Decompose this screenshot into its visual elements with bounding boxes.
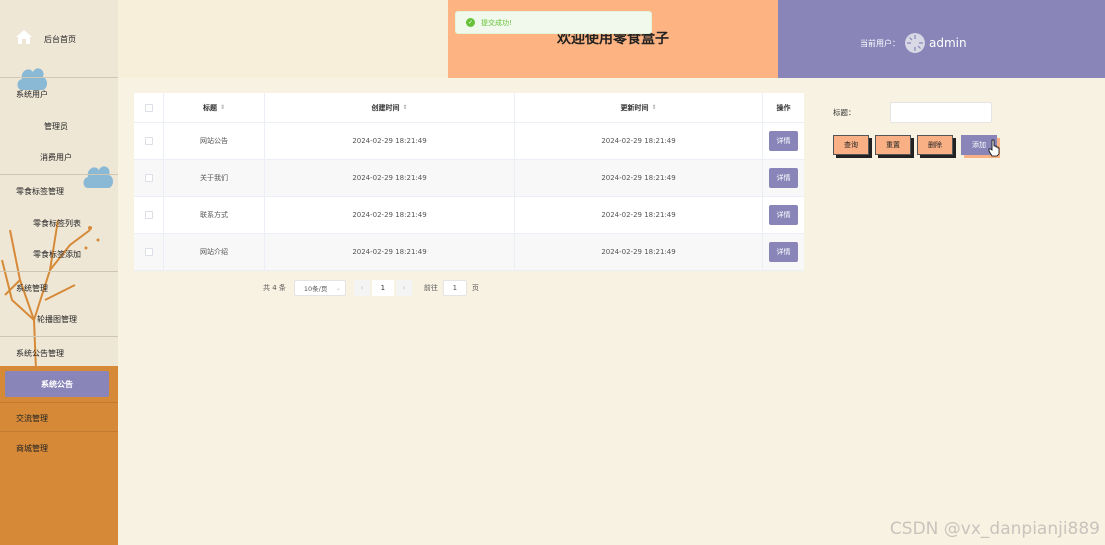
cell-actions: 详情 [763, 234, 804, 270]
column-updated-label: 更新时间 [620, 103, 649, 112]
prev-page-button[interactable]: ‹ [353, 280, 370, 296]
header-left [118, 0, 448, 78]
column-actions: 操作 [763, 93, 804, 122]
row-checkbox[interactable] [144, 211, 153, 219]
sidebar-group-mall[interactable]: 商城管理 [0, 443, 118, 454]
goto-page-input[interactable]: 1 [442, 280, 467, 296]
header-right: 当前用户： admin [778, 0, 1105, 78]
table-row: 联系方式 2024-02-29 18:21:49 2024-02-29 18:2… [134, 197, 804, 234]
goto-label: 前往 [423, 284, 438, 292]
column-actions-label: 操作 [776, 103, 791, 112]
table-row: 网站公告 2024-02-29 18:21:49 2024-02-29 18:2… [134, 123, 804, 160]
pagination-total: 共 4 条 [263, 284, 286, 292]
user-name[interactable]: admin [929, 36, 967, 50]
sidebar-item-carousel[interactable]: 轮播图管理 [0, 314, 118, 325]
cell-created: 2024-02-29 18:21:49 [265, 123, 515, 159]
cell-updated: 2024-02-29 18:21:49 [515, 197, 763, 233]
row-checkbox[interactable] [144, 174, 153, 182]
pointer-cursor-icon [988, 139, 1000, 157]
cell-title: 网站公告 [164, 123, 265, 159]
check-circle-icon: ✓ [466, 18, 475, 27]
query-button[interactable]: 查询 [833, 135, 869, 155]
sidebar-group-notices[interactable]: 系统公告管理 [0, 348, 118, 359]
cell-actions: 详情 [763, 197, 804, 233]
cell-title: 网站介绍 [164, 234, 265, 270]
cell-title: 关于我们 [164, 160, 265, 196]
sidebar-item-snack-tag-add[interactable]: 零食标签添加 [0, 249, 118, 260]
sidebar-item-snack-tag-list[interactable]: 零食标签列表 [0, 218, 118, 229]
sidebar: 后台首页 系统用户 管理员 消费用户 零食标签管理 零食标签列表 零食标签添加 … [0, 0, 118, 545]
select-all-checkbox[interactable] [144, 103, 153, 112]
sort-icon[interactable]: ⇕ [651, 104, 656, 111]
column-title[interactable]: 标题 ⇕ [164, 93, 265, 122]
detail-button[interactable]: 详情 [769, 168, 798, 188]
cell-actions: 详情 [763, 160, 804, 196]
avatar[interactable] [905, 33, 925, 53]
sidebar-group-snack-tags[interactable]: 零食标签管理 [0, 186, 118, 197]
cell-updated: 2024-02-29 18:21:49 [515, 123, 763, 159]
divider [0, 271, 118, 272]
detail-button[interactable]: 详情 [769, 131, 798, 151]
detail-button[interactable]: 详情 [769, 242, 798, 262]
column-updated[interactable]: 更新时间 ⇕ [515, 93, 763, 122]
divider [0, 402, 118, 403]
search-title-input[interactable] [890, 102, 992, 123]
data-table: 标题 ⇕ 创建时间 ⇕ 更新时间 ⇕ 操作 网站公告 2024-02-29 18:21… [134, 93, 804, 271]
page-size-value: 10条/页 [303, 285, 328, 293]
divider [0, 77, 118, 78]
next-page-button[interactable]: › [395, 280, 412, 296]
current-user-label: 当前用户： [860, 39, 900, 48]
detail-button[interactable]: 详情 [769, 205, 798, 225]
row-checkbox[interactable] [144, 137, 153, 145]
sidebar-item-notices[interactable]: 系统公告 [5, 371, 109, 397]
row-select-cell [134, 123, 164, 159]
row-select-cell [134, 160, 164, 196]
cell-updated: 2024-02-29 18:21:49 [515, 234, 763, 270]
table-row: 网站介绍 2024-02-29 18:21:49 2024-02-29 18:2… [134, 234, 804, 271]
reset-button[interactable]: 重置 [875, 135, 911, 155]
sidebar-item-home[interactable]: 后台首页 [0, 34, 118, 45]
sidebar-item-consumers[interactable]: 消费用户 [0, 152, 118, 163]
search-title-label: 标题： [833, 108, 856, 117]
cell-title: 联系方式 [164, 197, 265, 233]
table-header: 标题 ⇕ 创建时间 ⇕ 更新时间 ⇕ 操作 [134, 93, 804, 123]
select-all-cell [134, 93, 164, 122]
cell-created: 2024-02-29 18:21:49 [265, 234, 515, 270]
sidebar-group-users[interactable]: 系统用户 [0, 89, 118, 100]
toast-message: 提交成功! [481, 18, 512, 27]
column-created-label: 创建时间 [371, 103, 400, 112]
column-title-label: 标题 [202, 103, 217, 112]
divider [0, 336, 118, 337]
sort-icon[interactable]: ⇕ [220, 104, 225, 111]
chevron-down-icon: ⌄ [335, 284, 341, 292]
sidebar-group-system[interactable]: 系统管理 [0, 283, 118, 294]
column-created[interactable]: 创建时间 ⇕ [265, 93, 515, 122]
success-toast: ✓ 提交成功! [455, 11, 652, 34]
page-number[interactable]: 1 [371, 280, 394, 296]
sort-icon[interactable]: ⇕ [402, 104, 407, 111]
pagination: 共 4 条 10条/页 ⌄ ‹ 1 › 前往 1 页 [263, 280, 479, 296]
cell-created: 2024-02-29 18:21:49 [265, 197, 515, 233]
delete-button[interactable]: 删除 [917, 135, 953, 155]
sidebar-group-communication[interactable]: 交流管理 [0, 413, 118, 424]
page-suffix: 页 [471, 284, 479, 292]
table-row: 关于我们 2024-02-29 18:21:49 2024-02-29 18:2… [134, 160, 804, 197]
divider [0, 174, 118, 175]
sidebar-item-admins[interactable]: 管理员 [0, 121, 118, 132]
cell-actions: 详情 [763, 123, 804, 159]
row-select-cell [134, 197, 164, 233]
cell-updated: 2024-02-29 18:21:49 [515, 160, 763, 196]
divider [0, 431, 118, 432]
page-size-select[interactable]: 10条/页 ⌄ [293, 280, 346, 296]
watermark: CSDN @vx_danpianji889 [889, 519, 1100, 539]
row-select-cell [134, 234, 164, 270]
row-checkbox[interactable] [144, 248, 153, 256]
cell-created: 2024-02-29 18:21:49 [265, 160, 515, 196]
